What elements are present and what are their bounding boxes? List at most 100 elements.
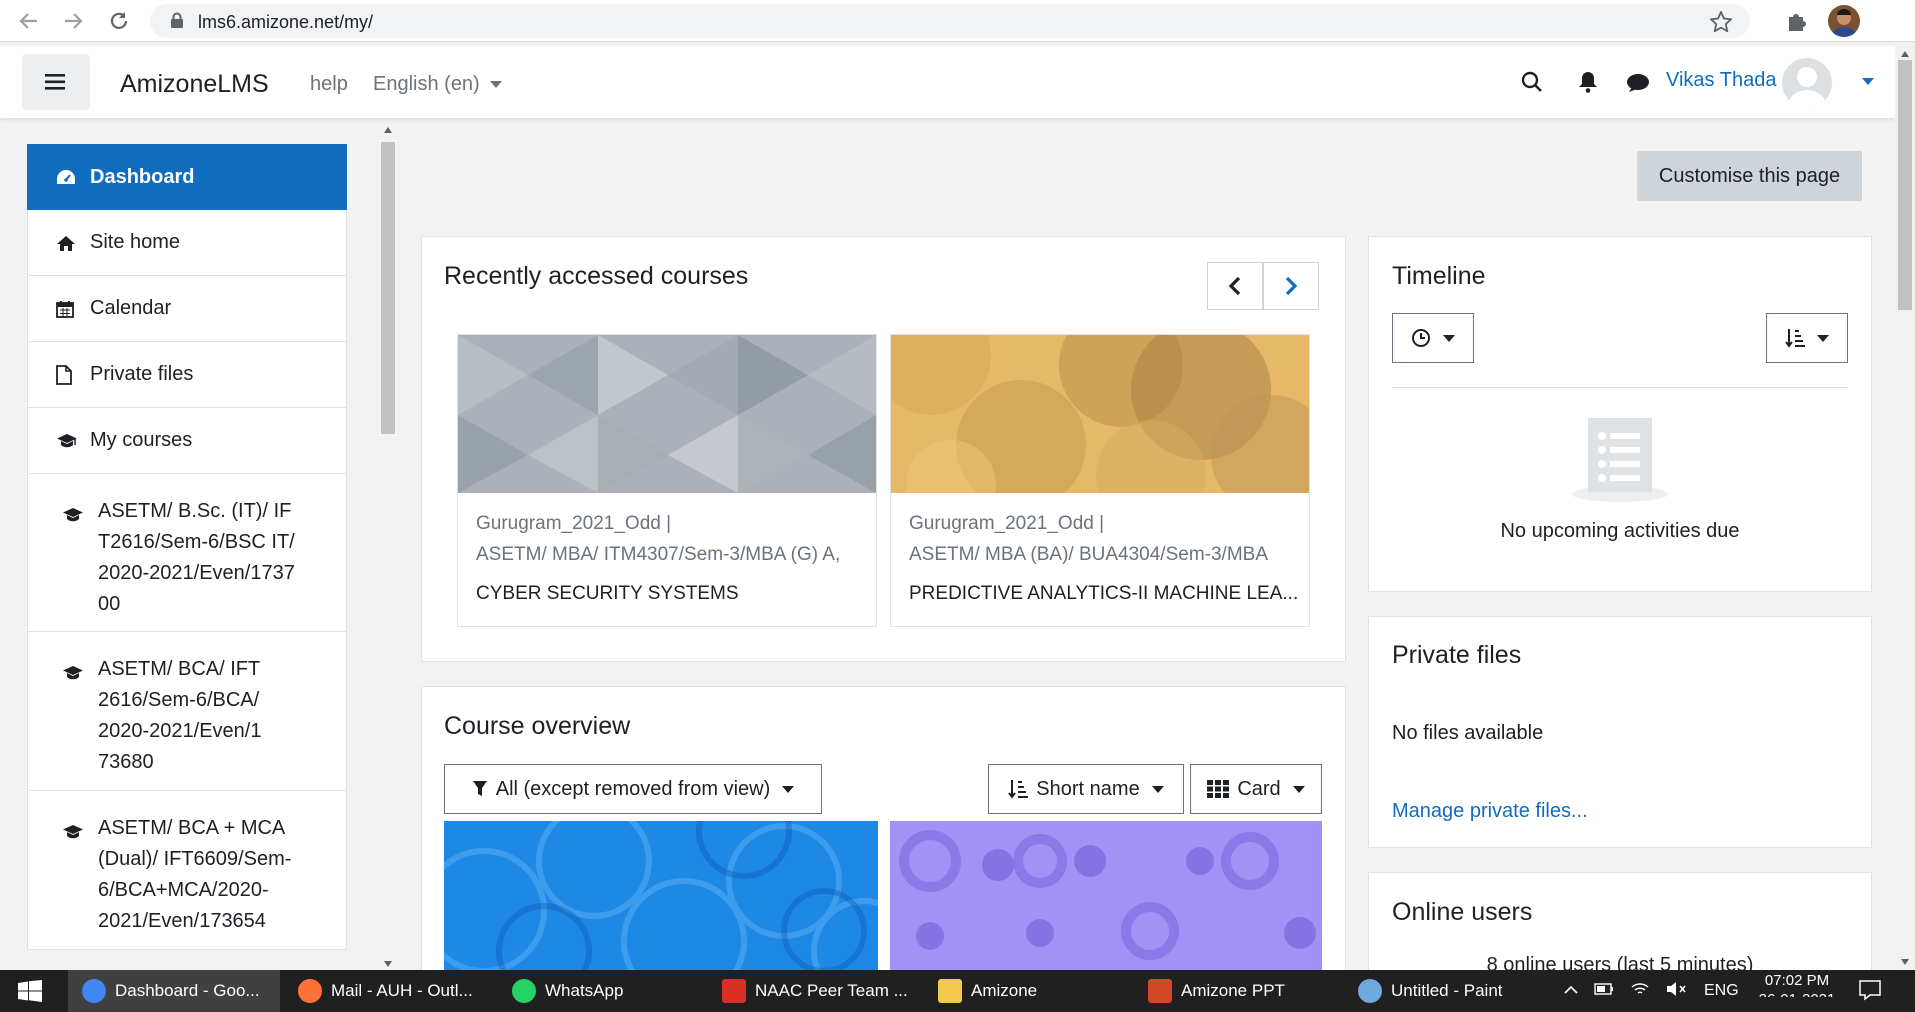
scroll-down-icon[interactable] [1900, 958, 1910, 966]
drawer-scroll-thumb[interactable] [381, 142, 395, 434]
online-users-summary: 8 online users (last 5 minutes) [1486, 954, 1754, 970]
course-image [891, 335, 1309, 493]
drawer-scrollbar[interactable] [378, 124, 398, 970]
sort-label: Short name [1036, 777, 1140, 800]
taskbar-whatsapp[interactable]: WhatsApp [498, 970, 706, 1012]
timeline-empty-text: No upcoming activities due [1500, 520, 1740, 542]
powerpoint-icon [1148, 979, 1172, 1003]
grid-icon [1207, 780, 1230, 798]
help-link[interactable]: help [310, 73, 348, 96]
bell-icon[interactable] [1578, 71, 1598, 98]
nav-course-label: ASETM/ B.Sc. (IT)/ IFT2616/Sem-6/BSC IT/… [98, 500, 295, 615]
block-title-overview: Course overview [444, 712, 631, 740]
nav-item-calendar[interactable]: Calendar [27, 276, 347, 342]
caret-down-icon [1817, 334, 1829, 342]
wifi-icon[interactable] [1630, 981, 1650, 1002]
chevron-up-icon[interactable] [1564, 982, 1578, 1000]
menu-toggle-button[interactable] [22, 54, 90, 110]
task-label: Amizone [971, 981, 1038, 1000]
timeline-sort-dropdown[interactable] [1766, 313, 1848, 363]
dashboard-icon [56, 169, 78, 185]
pdf-icon [722, 979, 746, 1003]
user-menu-caret-icon[interactable] [1862, 78, 1874, 85]
user-name[interactable]: Vikas Thada [1666, 69, 1776, 92]
course-card[interactable]: Gurugram_2021_Odd | ASETM/ MBA/ ITM4307/… [457, 334, 877, 627]
nav-course-bsc-it[interactable]: ASETM/ B.Sc. (IT)/ IFT2616/Sem-6/BSC IT/… [27, 474, 347, 632]
folder-icon [938, 979, 962, 1003]
calendar-icon [56, 300, 78, 318]
taskbar-powerpoint[interactable]: Amizone PPT [1134, 970, 1344, 1012]
course-card[interactable]: Gurugram_2021_Odd | ASETM/ MBA (BA)/ BUA… [890, 334, 1310, 627]
lock-icon [170, 12, 184, 34]
notification-icon[interactable] [1858, 979, 1882, 1006]
nav-item-site-home[interactable]: Site home [27, 210, 347, 276]
nav-course-bca-mca[interactable]: ASETM/ BCA + MCA (Dual)/ IFT6609/Sem-6/B… [27, 791, 347, 950]
site-brand[interactable]: AmizoneLMS [120, 70, 269, 99]
previous-button[interactable] [1207, 262, 1263, 310]
course-image[interactable] [444, 821, 878, 970]
profile-avatar[interactable] [1828, 5, 1860, 37]
nav-course-bca[interactable]: ASETM/ BCA/ IFT2616/Sem-6/BCA/2020-2021/… [27, 632, 347, 791]
language-menu[interactable]: English (en) [373, 73, 502, 96]
chrome-icon [82, 979, 106, 1003]
block-title-timeline: Timeline [1392, 262, 1486, 290]
taskbar-folder[interactable]: Amizone [924, 970, 1132, 1012]
arrow-left-icon[interactable] [14, 6, 44, 36]
nav-item-private-files[interactable]: Private files [27, 342, 347, 408]
page-scrollbar[interactable] [1895, 46, 1915, 970]
chat-icon[interactable] [1626, 73, 1650, 98]
course-name[interactable]: CYBER SECURITY SYSTEMS [476, 583, 866, 605]
sort-dropdown[interactable]: Short name [988, 764, 1184, 814]
nav-label: Site home [90, 231, 181, 253]
graduation-cap-icon [56, 433, 78, 449]
graduation-cap-icon [62, 654, 90, 776]
puzzle-icon[interactable] [1785, 9, 1809, 38]
page-scroll-thumb[interactable] [1898, 60, 1912, 310]
nav-item-my-courses[interactable]: My courses [27, 408, 347, 474]
star-icon[interactable] [1708, 9, 1734, 37]
system-tray: ENG [1564, 970, 1739, 1012]
nav-item-dashboard[interactable]: Dashboard [27, 144, 347, 210]
divider [1392, 387, 1848, 388]
arrow-right-icon[interactable] [58, 6, 88, 36]
course-name[interactable]: PREDICTIVE ANALYTICS-II MACHINE LEA... [909, 583, 1299, 605]
nav-label: Dashboard [90, 165, 195, 188]
keyboard-language[interactable]: ENG [1704, 982, 1739, 1000]
taskbar: Dashboard - Goo... Mail - AUH - Outl... … [0, 970, 1915, 1012]
clock-icon [1412, 329, 1430, 347]
course-category: Gurugram_2021_Odd | [476, 513, 672, 534]
clock-date: 26-01-2021 [1742, 990, 1852, 997]
whatsapp-icon [512, 979, 536, 1003]
search-icon[interactable] [1521, 71, 1543, 98]
windows-start-icon[interactable] [18, 980, 42, 1007]
caret-down-icon [489, 81, 502, 89]
clock[interactable]: 07:02 PM 26-01-2021 [1742, 971, 1852, 997]
caret-down-icon [1443, 334, 1455, 342]
timeline-filter-dropdown[interactable] [1392, 313, 1474, 363]
taskbar-paint[interactable]: Untitled - Paint [1344, 970, 1554, 1012]
view-dropdown[interactable]: Card [1190, 764, 1322, 814]
next-button[interactable] [1263, 262, 1319, 310]
task-label: NAAC Peer Team ... [755, 981, 908, 1000]
filter-dropdown[interactable]: All (except removed from view) [444, 764, 822, 814]
scroll-down-icon[interactable] [383, 960, 393, 968]
user-avatar[interactable] [1782, 58, 1832, 108]
scroll-up-icon[interactable] [1900, 50, 1910, 58]
taskbar-pdf[interactable]: NAAC Peer Team ... [708, 970, 918, 1012]
volume-icon[interactable] [1666, 981, 1688, 1002]
task-label: Dashboard - Goo... [115, 981, 260, 1000]
private-files-empty: No files available [1392, 722, 1544, 744]
scroll-up-icon[interactable] [383, 126, 393, 134]
view-label: Card [1237, 777, 1281, 800]
course-image[interactable] [890, 821, 1322, 970]
reload-icon[interactable] [104, 6, 134, 36]
taskbar-firefox[interactable]: Mail - AUH - Outl... [284, 970, 494, 1012]
online-users-summary-clip: 8 online users (last 5 minutes) [1368, 954, 1872, 970]
task-label: Amizone PPT [1181, 981, 1285, 1000]
nav-label: Private files [90, 363, 194, 385]
battery-icon[interactable] [1594, 982, 1614, 1001]
manage-private-files-link[interactable]: Manage private files... [1392, 800, 1588, 823]
taskbar-chrome[interactable]: Dashboard - Goo... [68, 970, 280, 1012]
address-bar[interactable]: lms6.amizone.net/my/ [150, 4, 1750, 38]
customise-page-button[interactable]: Customise this page [1637, 151, 1862, 201]
